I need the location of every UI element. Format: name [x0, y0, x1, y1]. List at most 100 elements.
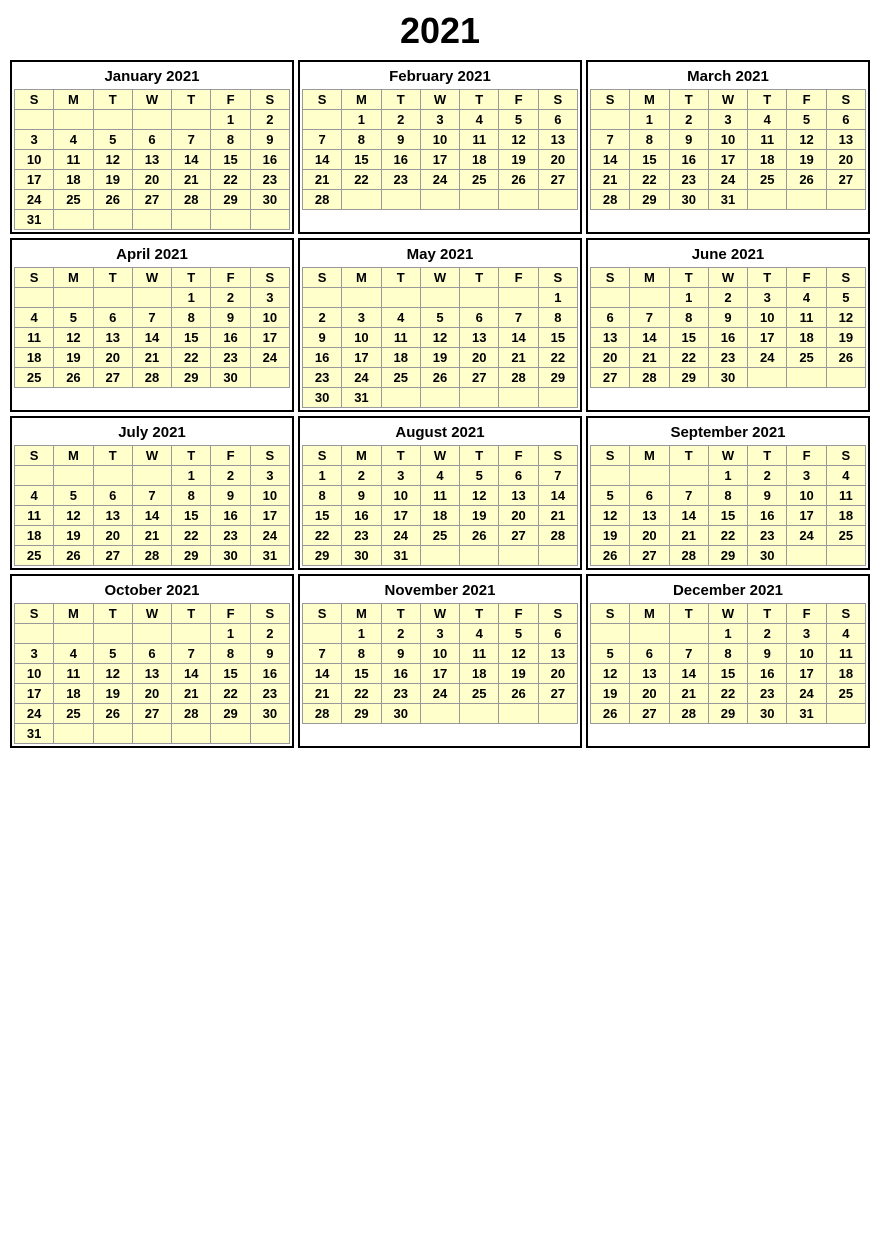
calendar-day: 4 [15, 486, 54, 506]
calendar-day [787, 546, 826, 566]
calendar-day [172, 724, 211, 744]
calendar-day: 22 [708, 526, 747, 546]
calendar-day [591, 110, 630, 130]
day-header: M [54, 268, 93, 288]
calendar-day [787, 190, 826, 210]
calendar-day: 3 [787, 624, 826, 644]
day-header: S [303, 90, 342, 110]
calendar-day: 13 [538, 644, 577, 664]
calendar-day: 13 [630, 506, 669, 526]
month-title: March 2021 [590, 64, 866, 89]
calendar-day: 9 [303, 328, 342, 348]
calendar-day: 8 [342, 644, 381, 664]
day-header: T [669, 268, 708, 288]
day-header: S [15, 446, 54, 466]
calendar-day: 28 [303, 704, 342, 724]
calendar-day: 28 [630, 368, 669, 388]
calendar-day: 15 [708, 664, 747, 684]
calendar-day: 1 [303, 466, 342, 486]
calendar-day: 2 [211, 466, 250, 486]
day-header: S [303, 268, 342, 288]
calendar-day: 14 [630, 328, 669, 348]
day-header: T [669, 604, 708, 624]
month-block: May 2021SMTWTFS1234567891011121314151617… [298, 238, 582, 412]
day-header: S [538, 90, 577, 110]
calendar-day: 6 [499, 466, 538, 486]
day-header: W [708, 268, 747, 288]
calendar-day: 2 [669, 110, 708, 130]
calendar-day: 5 [499, 110, 538, 130]
calendar-day: 17 [342, 348, 381, 368]
calendar-day: 12 [826, 308, 865, 328]
calendar-day: 6 [460, 308, 499, 328]
calendar-day: 26 [93, 190, 132, 210]
calendar-day: 6 [132, 130, 171, 150]
calendar-day: 12 [499, 644, 538, 664]
calendar-day: 16 [342, 506, 381, 526]
calendar-day: 4 [787, 288, 826, 308]
calendar-day: 14 [132, 506, 171, 526]
calendar-day: 23 [250, 170, 289, 190]
day-header: M [630, 268, 669, 288]
calendar-day: 26 [591, 546, 630, 566]
calendar-day: 1 [630, 110, 669, 130]
calendar-day: 14 [669, 664, 708, 684]
month-title: April 2021 [14, 242, 290, 267]
calendar-day: 23 [211, 348, 250, 368]
calendar-day [591, 288, 630, 308]
day-header: F [211, 90, 250, 110]
calendar-day: 15 [211, 150, 250, 170]
month-title: February 2021 [302, 64, 578, 89]
calendar-day: 2 [250, 110, 289, 130]
calendar-day [630, 288, 669, 308]
calendar-day: 18 [826, 664, 865, 684]
calendar-day [420, 704, 459, 724]
day-header: S [538, 446, 577, 466]
calendar-day: 15 [172, 506, 211, 526]
calendar-day: 10 [250, 308, 289, 328]
calendar-day: 26 [591, 704, 630, 724]
calendar-day: 25 [15, 546, 54, 566]
calendar-day: 28 [132, 368, 171, 388]
calendar-day: 9 [211, 486, 250, 506]
calendar-day: 10 [420, 130, 459, 150]
calendar-day: 21 [132, 526, 171, 546]
calendar-day [172, 210, 211, 230]
calendar-table: SMTWTFS123456789101112131415161718192021… [14, 603, 290, 744]
calendar-day: 23 [250, 684, 289, 704]
calendar-day: 9 [250, 130, 289, 150]
calendar-day: 20 [93, 348, 132, 368]
calendar-day: 6 [591, 308, 630, 328]
calendar-day: 16 [381, 150, 420, 170]
calendar-day: 28 [132, 546, 171, 566]
calendar-day: 28 [669, 546, 708, 566]
calendar-day: 25 [826, 526, 865, 546]
calendar-day [499, 288, 538, 308]
calendar-day: 4 [826, 466, 865, 486]
calendar-day: 14 [303, 150, 342, 170]
day-header: F [211, 604, 250, 624]
calendar-day: 28 [172, 704, 211, 724]
calendar-day: 11 [748, 130, 787, 150]
calendar-day: 20 [826, 150, 865, 170]
month-block: June 2021SMTWTFS123456789101112131415161… [586, 238, 870, 412]
calendar-day: 25 [15, 368, 54, 388]
calendar-day: 8 [211, 644, 250, 664]
calendar-day: 4 [54, 644, 93, 664]
day-header: T [460, 268, 499, 288]
calendar-day: 13 [591, 328, 630, 348]
month-title: July 2021 [14, 420, 290, 445]
calendar-day: 21 [132, 348, 171, 368]
calendar-day [342, 288, 381, 308]
calendar-day [669, 466, 708, 486]
calendar-day [54, 110, 93, 130]
calendar-day: 20 [591, 348, 630, 368]
calendar-day: 21 [669, 684, 708, 704]
calendar-day: 3 [420, 624, 459, 644]
calendar-day: 27 [826, 170, 865, 190]
calendar-day: 3 [15, 130, 54, 150]
calendar-day [538, 388, 577, 408]
calendar-day: 21 [669, 526, 708, 546]
calendar-day: 28 [538, 526, 577, 546]
calendar-day: 19 [460, 506, 499, 526]
